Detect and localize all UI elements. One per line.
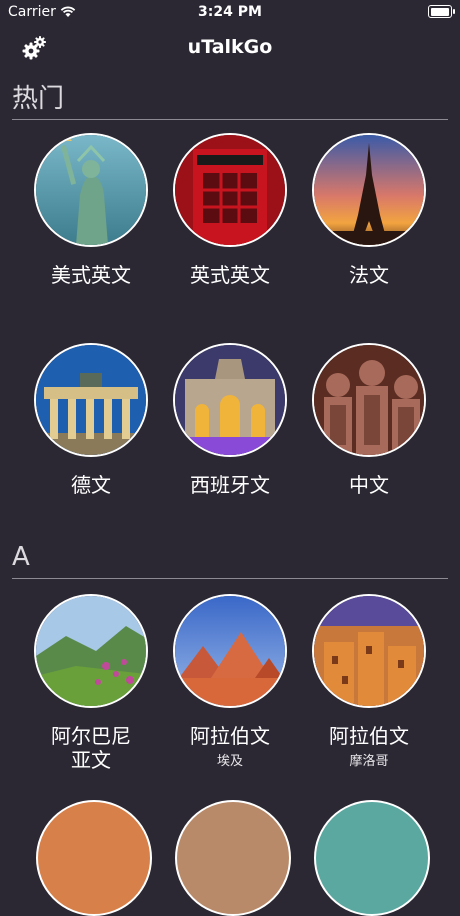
section-header-popular: 热门	[12, 78, 448, 120]
language-label: 阿拉伯文	[329, 724, 409, 748]
language-label: 英式英文	[190, 263, 270, 287]
partial-tile-image	[175, 800, 291, 916]
language-label: 中文	[349, 473, 389, 497]
red-telephone-box-image	[173, 133, 287, 247]
language-tile-german[interactable]: 德文	[16, 343, 166, 497]
language-label: 阿尔巴尼 亚文	[51, 724, 131, 772]
language-label: 西班牙文	[190, 473, 270, 497]
eiffel-tower-image	[312, 133, 426, 247]
language-label: 法文	[349, 263, 389, 287]
language-tile-british-english[interactable]: 英式英文	[155, 133, 305, 287]
moroccan-kasbah-image	[312, 594, 426, 708]
language-label: 阿拉伯文	[190, 724, 270, 748]
language-label: 德文	[71, 473, 111, 497]
section-title: 热门	[12, 84, 65, 114]
nav-bar: uTalkGo	[0, 24, 460, 70]
albania-landscape-image	[34, 594, 148, 708]
language-tile-chinese[interactable]: 中文	[294, 343, 444, 497]
section-header-a: A	[12, 542, 448, 579]
section-title: A	[12, 542, 30, 572]
terracotta-warriors-image	[312, 343, 426, 457]
statue-of-liberty-image	[34, 133, 148, 247]
language-label: 美式英文	[51, 263, 131, 287]
brandenburg-gate-image	[34, 343, 148, 457]
partial-tile-image	[36, 800, 152, 916]
language-sublabel: 摩洛哥	[349, 754, 389, 769]
status-time: 3:24 PM	[198, 4, 262, 20]
app-title: uTalkGo	[187, 36, 273, 58]
puerta-de-alcala-image	[173, 343, 287, 457]
pyramids-image	[173, 594, 287, 708]
language-tile-american-english[interactable]: 美式英文	[16, 133, 166, 287]
language-tile-spanish[interactable]: 西班牙文	[155, 343, 305, 497]
status-bar: Carrier 3:24 PM	[0, 0, 460, 24]
battery-icon	[428, 5, 455, 18]
language-tile-albanian[interactable]: 阿尔巴尼 亚文	[16, 594, 166, 772]
partial-tile-image	[314, 800, 430, 916]
language-tile-french[interactable]: 法文	[294, 133, 444, 287]
language-tile-arabic-morocco[interactable]: 阿拉伯文 摩洛哥	[294, 594, 444, 769]
language-tile-arabic-egypt[interactable]: 阿拉伯文 埃及	[155, 594, 305, 769]
language-sublabel: 埃及	[216, 754, 243, 769]
